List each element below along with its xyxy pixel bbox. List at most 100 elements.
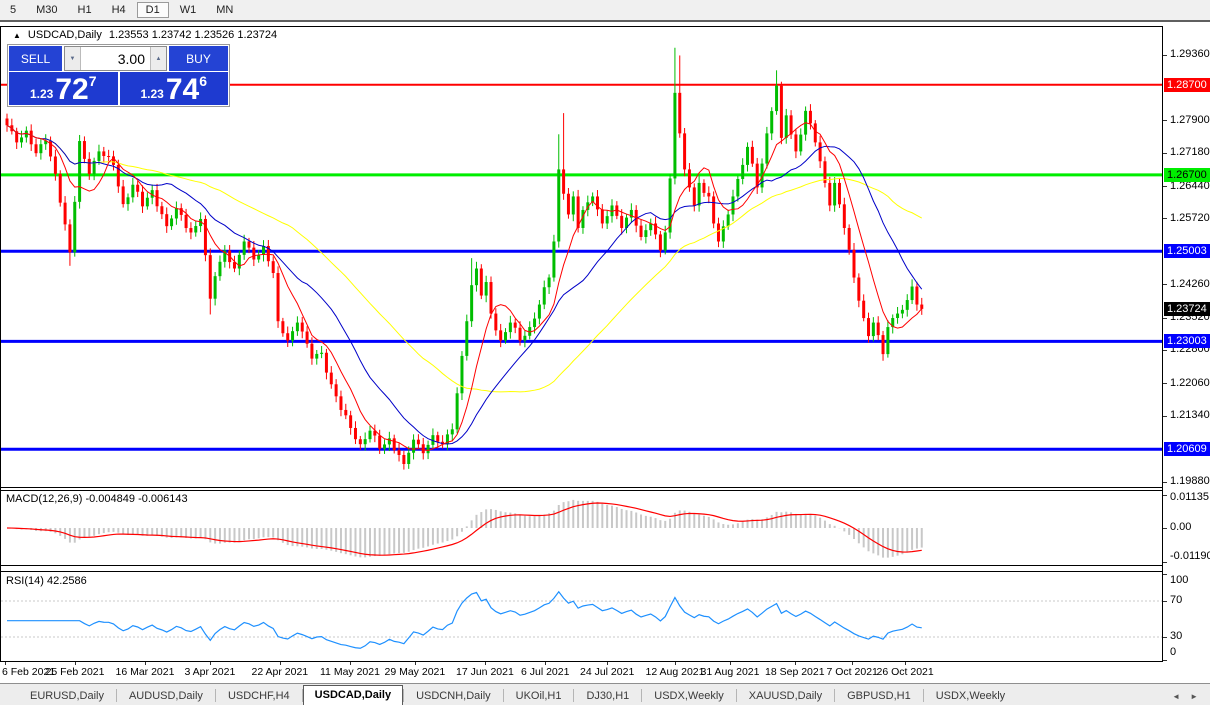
chart-tab-ukoil-h1[interactable]: UKOil,H1: [504, 687, 574, 705]
level-price-label: 1.28700: [1164, 78, 1210, 92]
chart-tab-eurusd-daily[interactable]: EURUSD,Daily: [18, 687, 116, 705]
axis-tick-mark: [1163, 120, 1167, 121]
axis-tick-mark: [1163, 186, 1167, 187]
level-price-label: 1.26700: [1164, 168, 1210, 182]
date-tick-mark: [905, 662, 906, 665]
date-tick-mark: [145, 662, 146, 665]
sell-price-prefix: 1.23: [30, 87, 53, 101]
volume-spinner: ▼ 3.00 ▲: [64, 46, 167, 71]
chart-tab-bar: EURUSD,DailyAUDUSD,DailyUSDCHF,H4USDCAD,…: [0, 683, 1210, 705]
volume-decrease-button[interactable]: ▼: [65, 47, 81, 70]
axis-tick-mark: [1163, 495, 1167, 496]
date-tick-mark: [545, 662, 546, 665]
date-axis-label: 18 Sep 2021: [765, 666, 825, 678]
macd-axis-label: 0.01135: [1170, 491, 1209, 503]
tab-scroll-controls: ◄ ►: [1172, 692, 1210, 705]
timeframe-buttons: 5M30H1H4D1W1MN: [0, 2, 243, 18]
price-axis-label: 1.27180: [1170, 146, 1210, 158]
axis-tick-mark: [1163, 574, 1167, 575]
date-tick-mark: [280, 662, 281, 665]
chart-ohlc-values: 1.23553 1.23742 1.23526 1.23724: [109, 29, 277, 41]
chart-tab-gbpusd-h1[interactable]: GBPUSD,H1: [835, 687, 923, 705]
date-tick-mark: [5, 662, 6, 665]
rsi-indicator-chart[interactable]: [1, 572, 1162, 660]
rsi-axis-label: 30: [1170, 630, 1182, 642]
date-tick-mark: [730, 662, 731, 665]
volume-field[interactable]: 3.00: [81, 47, 150, 70]
sell-price-pip: 7: [89, 73, 97, 89]
date-tick-mark: [350, 662, 351, 665]
level-price-label: 1.25003: [1164, 244, 1210, 258]
axis-tick-mark: [1163, 562, 1167, 563]
axis-tick-mark: [1163, 637, 1167, 638]
timeframe-button-m30[interactable]: M30: [27, 2, 66, 18]
date-axis-label: 22 Apr 2021: [252, 666, 309, 678]
timeframe-toolbar: 5M30H1H4D1W1MN: [0, 0, 1210, 22]
date-tick-mark: [485, 662, 486, 665]
date-tick-mark: [795, 662, 796, 665]
sell-button[interactable]: SELL: [9, 46, 62, 71]
price-axis-label: 1.27900: [1170, 114, 1210, 126]
tab-scroll-right-icon[interactable]: ►: [1190, 692, 1198, 701]
macd-axis-label: -0.011904: [1170, 550, 1210, 562]
date-axis-label: 12 Aug 2021: [646, 666, 705, 678]
chart-tab-audusd-daily[interactable]: AUDUSD,Daily: [117, 687, 215, 705]
one-click-trading-panel: SELL ▼ 3.00 ▲ BUY 1.23 72 7: [7, 44, 230, 107]
chart-tab-usdcad-daily[interactable]: USDCAD,Daily: [303, 685, 403, 705]
sell-price-big: 72: [55, 76, 88, 104]
axis-tick-mark: [1163, 218, 1167, 219]
chart-tabs: EURUSD,DailyAUDUSD,DailyUSDCHF,H4USDCAD,…: [18, 685, 1017, 705]
timeframe-button-w1[interactable]: W1: [171, 2, 206, 18]
date-axis-label: 26 Oct 2021: [877, 666, 934, 678]
buy-price-pip: 6: [199, 73, 207, 89]
macd-label: MACD(12,26,9) -0.004849 -0.006143: [6, 493, 188, 505]
level-price-label: 1.20609: [1164, 442, 1210, 456]
rsi-label: RSI(14) 42.2586: [6, 575, 87, 587]
chart-tab-usdx-weekly[interactable]: USDX,Weekly: [924, 687, 1017, 705]
chart-tab-usdchf-h4[interactable]: USDCHF,H4: [216, 687, 302, 705]
collapse-panel-icon[interactable]: ▲: [13, 31, 21, 40]
chart-tab-xauusd-daily[interactable]: XAUUSD,Daily: [737, 687, 834, 705]
buy-price-prefix: 1.23: [140, 87, 163, 101]
chart-tab-dj30-h1[interactable]: DJ30,H1: [574, 687, 641, 705]
volume-increase-button[interactable]: ▲: [150, 47, 166, 70]
axis-tick-mark: [1163, 318, 1167, 319]
chart-symbol-period: USDCAD,Daily: [28, 29, 102, 41]
chart-tab-usdx-weekly[interactable]: USDX,Weekly: [642, 687, 735, 705]
date-axis-label: 31 Aug 2021: [701, 666, 760, 678]
axis-tick-mark: [1163, 383, 1167, 384]
price-axis[interactable]: 1.293601.279001.271801.264401.257201.242…: [1163, 26, 1210, 686]
date-tick-mark: [852, 662, 853, 665]
axis-tick-mark: [1163, 528, 1167, 529]
date-axis-label: 24 Jul 2021: [580, 666, 634, 678]
date-tick-mark: [75, 662, 76, 665]
axis-tick-mark: [1163, 153, 1167, 154]
date-axis-label: 6 Jul 2021: [521, 666, 569, 678]
rsi-axis-label: 0: [1170, 646, 1176, 658]
price-axis-label: 1.29360: [1170, 48, 1210, 60]
price-axis-label: 1.22060: [1170, 377, 1210, 389]
timeframe-button-5[interactable]: 5: [1, 2, 25, 18]
date-tick-mark: [607, 662, 608, 665]
axis-tick-mark: [1163, 601, 1167, 602]
chart-window[interactable]: ▲ USDCAD,Daily 1.23553 1.23742 1.23526 1…: [0, 25, 1210, 683]
axis-tick-mark: [1163, 55, 1167, 56]
timeframe-button-h4[interactable]: H4: [103, 2, 135, 18]
sell-price-display[interactable]: 1.23 72 7: [9, 72, 118, 105]
axis-tick-mark: [1163, 350, 1167, 351]
tab-scroll-left-icon[interactable]: ◄: [1172, 692, 1180, 701]
chart-tab-usdcnh-daily[interactable]: USDCNH,Daily: [404, 687, 503, 705]
current-price-label: 1.23724: [1164, 302, 1210, 316]
buy-button[interactable]: BUY: [169, 46, 228, 71]
timeframe-button-d1[interactable]: D1: [137, 2, 169, 18]
buy-price-display[interactable]: 1.23 74 6: [120, 72, 229, 105]
timeframe-button-h1[interactable]: H1: [69, 2, 101, 18]
date-axis-label: 16 Mar 2021: [116, 666, 175, 678]
buy-price-big: 74: [166, 76, 199, 104]
axis-tick-mark: [1163, 482, 1167, 483]
date-axis-label: 17 Jun 2021: [456, 666, 514, 678]
price-axis-label: 1.25720: [1170, 212, 1210, 224]
date-axis[interactable]: 6 Feb 202125 Feb 202116 Mar 20213 Apr 20…: [0, 662, 1163, 683]
timeframe-button-mn[interactable]: MN: [207, 2, 242, 18]
date-axis-label: 3 Apr 2021: [185, 666, 236, 678]
